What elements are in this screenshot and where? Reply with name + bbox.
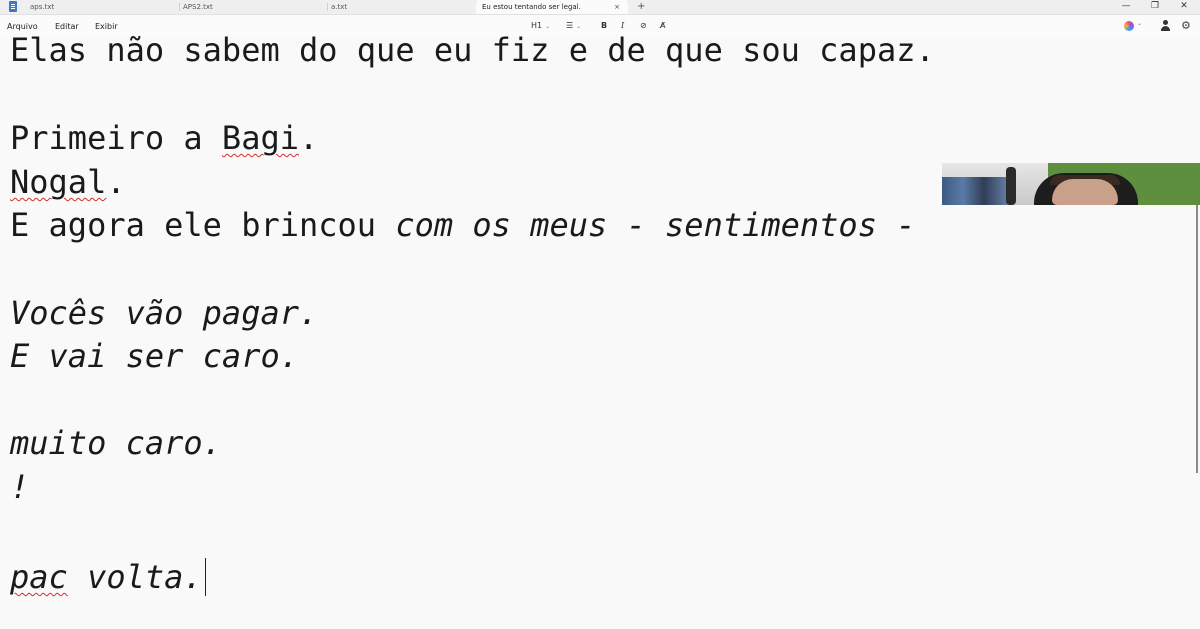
- menu-arquivo[interactable]: Arquivo: [7, 22, 38, 31]
- link-icon[interactable]: ⊘: [640, 21, 647, 30]
- text-line: E agora ele brincou com os meus - sentim…: [10, 206, 916, 244]
- text-line: Primeiro a Bagi.: [10, 119, 319, 157]
- clear-formatting-icon[interactable]: A̸: [660, 21, 665, 30]
- text-line: pac volta.: [10, 558, 206, 596]
- new-tab-button[interactable]: +: [637, 0, 645, 13]
- tab-aps2[interactable]: APS2.txt: [183, 0, 328, 14]
- bold-button[interactable]: B: [601, 21, 607, 30]
- text-line: E vai ser caro.: [10, 337, 299, 375]
- tab-label: a.txt: [331, 3, 348, 11]
- text-line: Vocês vão pagar.: [10, 294, 319, 332]
- tab-a[interactable]: a.txt: [331, 0, 476, 14]
- italic-button[interactable]: I: [621, 21, 624, 30]
- webcam-overlay: [942, 163, 1200, 205]
- account-icon[interactable]: [1160, 20, 1171, 31]
- copilot-icon[interactable]: [1124, 21, 1134, 31]
- notepad-app-icon: [9, 1, 17, 12]
- restore-button[interactable]: ❐: [1145, 0, 1165, 14]
- misspelled-word[interactable]: pac: [10, 558, 68, 596]
- scrollbar[interactable]: [1196, 205, 1198, 473]
- list-icon: ☰: [566, 21, 574, 30]
- tab-label: Eu estou tentando ser legal.: [482, 3, 581, 11]
- text-line: Nogal.: [10, 163, 126, 201]
- menu-editar[interactable]: Editar: [55, 22, 79, 31]
- list-dropdown[interactable]: ☰ ⌄: [566, 21, 581, 30]
- heading-dropdown[interactable]: H1 ⌄: [531, 21, 550, 30]
- close-tab-icon[interactable]: ×: [614, 0, 620, 14]
- tab-label: aps.txt: [30, 3, 55, 11]
- text-caret: [204, 558, 206, 596]
- text-line: Elas não sabem do que eu fiz e de que so…: [10, 31, 935, 69]
- close-window-button[interactable]: ✕: [1174, 0, 1194, 14]
- gear-icon[interactable]: ⚙: [1181, 19, 1191, 32]
- tab-bar: aps.txt APS2.txt a.txt Eu estou tentando…: [0, 0, 1200, 15]
- chevron-down-icon: ⌄: [576, 23, 582, 30]
- chevron-down-icon[interactable]: ⌄: [1137, 20, 1142, 27]
- tab-eu-estou-tentando[interactable]: Eu estou tentando ser legal. ×: [476, 0, 628, 14]
- misspelled-word[interactable]: Nogal: [10, 163, 106, 201]
- tab-aps[interactable]: aps.txt: [30, 0, 180, 14]
- text-line: !: [10, 468, 30, 506]
- document-editor[interactable]: Elas não sabem do que eu fiz e de que so…: [0, 33, 1196, 629]
- chevron-down-icon: ⌄: [545, 23, 551, 30]
- minimize-button[interactable]: —: [1116, 0, 1136, 14]
- misspelled-word[interactable]: Bagi: [222, 119, 299, 157]
- text-line: muito caro.: [10, 424, 222, 462]
- tab-label: APS2.txt: [183, 3, 213, 11]
- menu-exibir[interactable]: Exibir: [95, 22, 118, 31]
